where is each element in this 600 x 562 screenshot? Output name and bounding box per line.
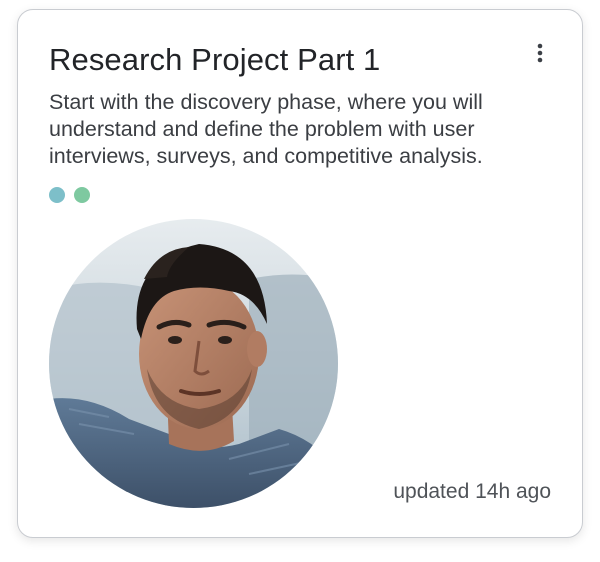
project-card[interactable]: Research Project Part 1 Start with the d… bbox=[17, 9, 583, 538]
card-description: Start with the discovery phase, where yo… bbox=[49, 90, 483, 168]
updated-timestamp: updated 14h ago bbox=[393, 480, 551, 503]
status-dot-green bbox=[74, 187, 90, 203]
avatar[interactable] bbox=[49, 219, 338, 508]
status-dots bbox=[49, 187, 90, 203]
card-title[interactable]: Research Project Part 1 bbox=[49, 40, 380, 80]
status-dot-teal bbox=[49, 187, 65, 203]
person-photo-icon bbox=[49, 219, 338, 508]
more-vertical-icon[interactable] bbox=[530, 43, 550, 65]
